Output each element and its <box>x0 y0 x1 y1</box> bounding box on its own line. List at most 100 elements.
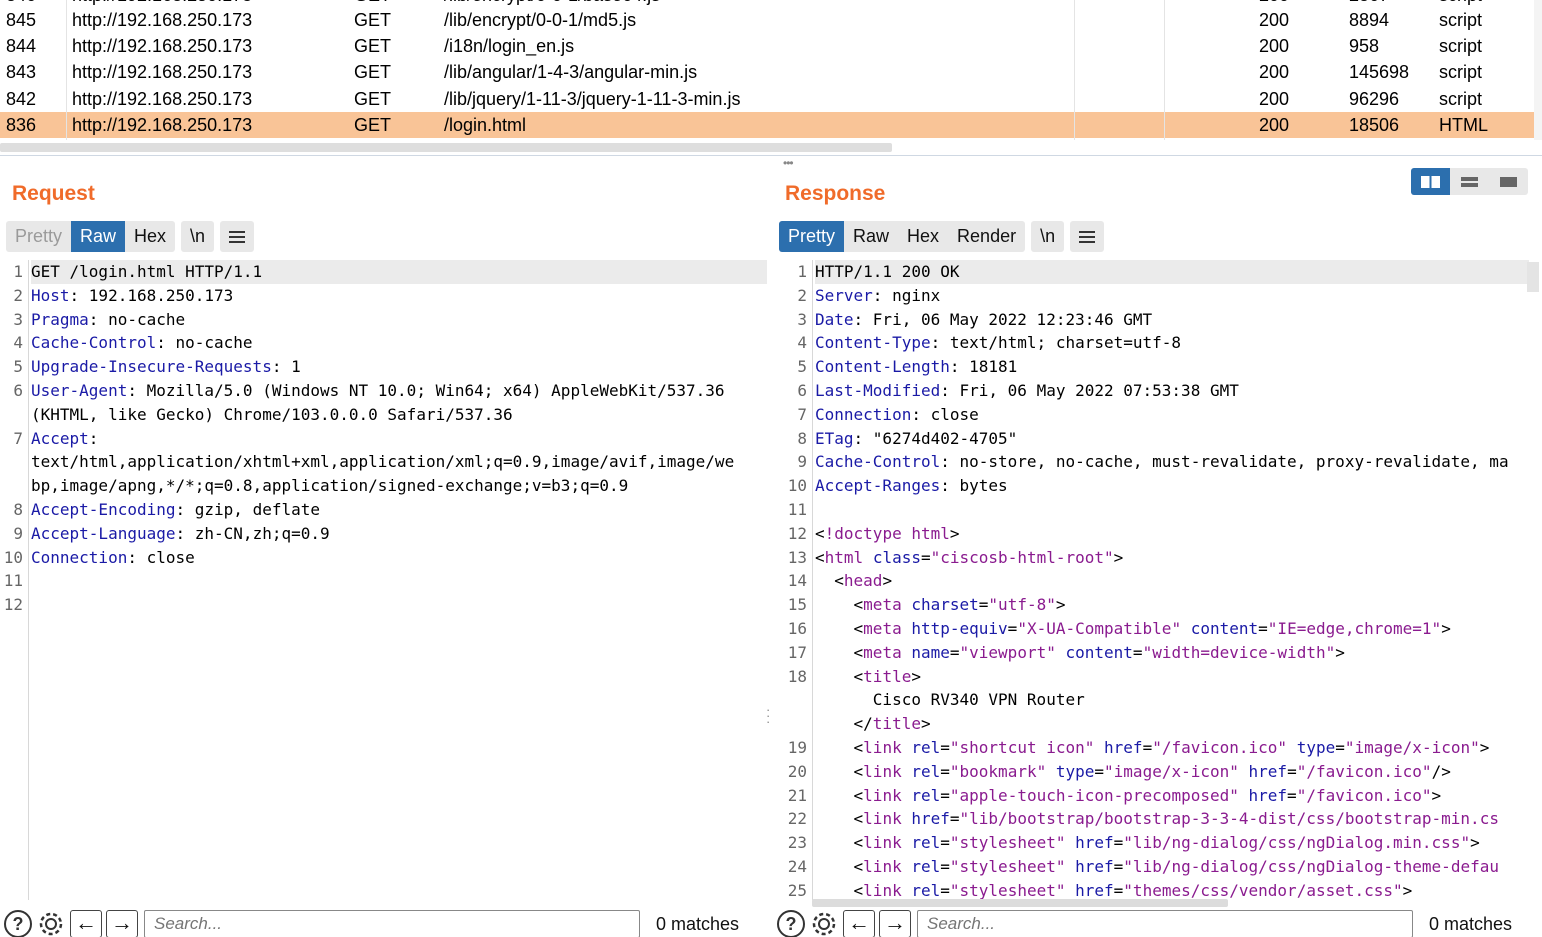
code-line: 1 GET /login.html HTTP/1.1 <box>13 260 767 284</box>
html-punct: < <box>853 642 864 662</box>
table-row[interactable]: 842 http://192.168.250.173 GET/lib/jquery/… <box>0 86 1542 112</box>
line-number: 2 <box>797 285 807 305</box>
header-value: : Fri, 06 May 2022 12:23:46 GMT <box>853 309 1153 329</box>
next-match-icon[interactable]: → <box>106 910 138 937</box>
cell-host: http://192.168.250.173 <box>72 114 253 135</box>
next-match-icon[interactable]: → <box>879 910 911 937</box>
html-attr-value: "ciscosb-html-root" <box>930 547 1114 567</box>
line-number: 22 <box>787 809 807 829</box>
search-input[interactable] <box>144 910 640 937</box>
cell-id: 844 <box>6 36 37 57</box>
response-horizontal-scrollbar[interactable] <box>812 899 1228 907</box>
line-number: 13 <box>787 547 807 567</box>
html-attr: rel <box>911 737 941 757</box>
html-tag: title <box>863 666 912 686</box>
cell-status: 200 <box>1259 62 1290 83</box>
html-punct <box>902 595 912 614</box>
tab-hex[interactable]: Hex <box>125 221 175 252</box>
gear-icon[interactable] <box>36 909 66 937</box>
html-attr: href <box>1075 880 1114 900</box>
code-line: 21 <link rel="apple-touch-icon-precompos… <box>788 784 1529 808</box>
html-attr-value: "/favicon.ico" <box>1296 785 1432 805</box>
html-attr-value: "width=device-width" <box>1142 642 1336 662</box>
side-by-side-icon[interactable] <box>1411 168 1450 195</box>
line-number: 20 <box>787 761 807 781</box>
html-attr: rel <box>911 856 941 876</box>
html-tag: link <box>863 833 902 853</box>
header-value: : zh-CN,zh;q=0.9 <box>175 523 330 543</box>
line-number: 4 <box>13 333 23 353</box>
help-icon[interactable]: ? <box>4 910 32 937</box>
header-name: Accept-Encoding <box>31 499 176 519</box>
table-row[interactable]: 843 http://192.168.250.173 GET/lib/angular… <box>0 59 1542 85</box>
html-tag: !doctype html <box>824 523 950 543</box>
code-line: 13 <html class="ciscosb-html-root"> <box>788 546 1529 570</box>
menu-icon[interactable] <box>220 221 254 252</box>
table-row[interactable]: 836 http://192.168.250.173 GET/login.html 2… <box>0 111 1542 138</box>
html-attr: href <box>1075 833 1114 853</box>
html-attr: href <box>911 809 950 829</box>
html-attr: content <box>1065 642 1133 662</box>
previous-match-icon[interactable]: ← <box>843 910 875 937</box>
table-row[interactable]: 845 http://192.168.250.173 GET/lib/encrypt… <box>0 7 1542 33</box>
tab-hex[interactable]: Hex <box>898 221 948 252</box>
gear-icon[interactable] <box>809 909 839 937</box>
header-name: Pragma <box>31 309 89 329</box>
html-punct: < <box>853 856 864 876</box>
html-attr-value: "viewport" <box>959 642 1056 662</box>
html-punct: > <box>1402 880 1413 900</box>
html-attr: rel <box>911 833 941 853</box>
code-line: 10 Connection: close <box>4 546 767 570</box>
html-attr-value: "stylesheet" <box>949 833 1066 853</box>
line-number: 23 <box>787 833 807 853</box>
tab-pretty[interactable]: Pretty <box>6 221 71 252</box>
header-name: Date <box>815 309 854 329</box>
header-value: : close <box>911 404 979 424</box>
history-vertical-scrollbar[interactable] <box>1534 0 1542 140</box>
code-line: 4 Content-Type: text/html; charset=utf-8 <box>797 331 1529 355</box>
line-number: 25 <box>787 880 807 900</box>
html-attr: rel <box>911 761 941 781</box>
code-line: 3 Date: Fri, 06 May 2022 12:23:46 GMT <box>797 308 1529 332</box>
html-attr: href <box>1248 785 1288 805</box>
html-tag: link <box>863 880 902 900</box>
search-input[interactable] <box>917 910 1413 937</box>
match-count: 0 matches <box>1429 913 1513 934</box>
tab-raw[interactable]: Raw <box>71 221 126 252</box>
single-pane-icon[interactable] <box>1489 168 1528 195</box>
previous-match-icon[interactable]: ← <box>70 910 102 937</box>
line-number: 1 <box>797 262 807 281</box>
stacked-icon[interactable] <box>1450 168 1489 195</box>
html-punct: = <box>1287 761 1297 781</box>
header-value: : gzip, deflate <box>175 499 321 519</box>
tab-pretty[interactable]: Pretty <box>779 221 845 252</box>
tab-raw[interactable]: Raw <box>844 221 898 252</box>
html-attr: type <box>1055 761 1095 781</box>
html-punct: = <box>940 833 950 853</box>
cell-length: 145698 <box>1349 62 1410 83</box>
header-name: Upgrade-Insecure-Requests <box>31 357 272 377</box>
request-title: Request <box>12 182 95 205</box>
html-punct <box>902 833 912 852</box>
code-line: 9 Cache-Control: no-store, no-cache, must… <box>797 450 1529 474</box>
cell-method: GET <box>354 88 392 109</box>
request-editor[interactable]: 1 GET /login.html HTTP/1.1 2 Host: 192.168.… <box>0 260 767 900</box>
menu-icon[interactable] <box>1070 221 1104 252</box>
newline-toggle[interactable]: \n <box>181 221 214 252</box>
html-punct: < <box>853 761 864 781</box>
tab-render[interactable]: Render <box>948 221 1025 252</box>
help-icon[interactable]: ? <box>777 910 805 937</box>
response-editor[interactable]: 1 HTTP/1.1 200 OK 2 Server: nginx 3 Date: Fri… <box>777 260 1529 900</box>
table-row[interactable]: 844 http://192.168.250.173 GET/i18n/login_… <box>0 33 1542 59</box>
cell-id: 843 <box>6 62 37 83</box>
header-value: : bytes <box>940 476 1008 496</box>
history-horizontal-scrollbar[interactable] <box>0 143 892 152</box>
split-handle-vertical[interactable]: · · · <box>766 703 770 728</box>
newline-toggle[interactable]: \n <box>1031 221 1064 252</box>
html-attr-value: "/favicon.ico" <box>1152 737 1288 757</box>
response-vertical-scrollbar[interactable] <box>1527 262 1539 292</box>
